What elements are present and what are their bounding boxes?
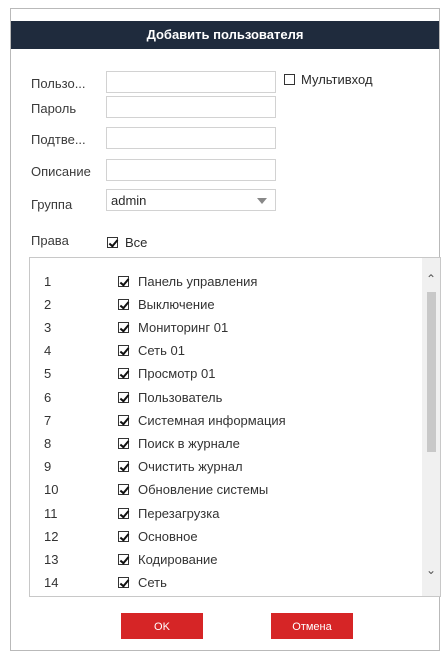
chevron-down-icon[interactable]: ⌄ [426, 563, 436, 577]
permission-number: 4 [44, 343, 52, 359]
scroll-thumb[interactable] [427, 292, 436, 452]
permission-checkbox[interactable] [118, 484, 129, 496]
permission-row[interactable]: 14 Сеть [30, 572, 420, 594]
group-value: admin [111, 192, 147, 208]
rights-all-label: Все [125, 235, 148, 250]
ok-button[interactable]: OK [121, 613, 203, 639]
permission-row[interactable]: 4 Сеть 01 [30, 340, 420, 362]
confirm-label: Подтве... [31, 131, 86, 147]
permission-number: 9 [44, 459, 52, 475]
permission-name: Перезагрузка [138, 505, 220, 521]
permission-name: Сеть [138, 575, 167, 591]
permission-row[interactable]: 9 Очистить журнал [30, 456, 420, 478]
permission-number: 6 [44, 389, 52, 405]
description-row: Описание [31, 159, 103, 183]
password-row: Пароль [31, 96, 103, 120]
permission-number: 3 [44, 319, 52, 335]
permission-row[interactable]: 13 Кодирование [30, 548, 420, 570]
permission-number: 10 [44, 482, 59, 498]
permission-checkbox[interactable] [118, 414, 129, 426]
permission-number: 14 [44, 575, 59, 591]
permission-number: 11 [44, 505, 58, 521]
rights-label: Права [31, 232, 69, 248]
permission-row[interactable]: 12 Основное [30, 525, 420, 547]
user-label: Пользо... [31, 75, 86, 91]
description-input[interactable] [106, 159, 276, 181]
permission-name: Мониторинг 01 [138, 319, 229, 335]
permission-checkbox[interactable] [118, 507, 129, 519]
permission-checkbox[interactable] [118, 275, 129, 287]
permission-checkbox[interactable] [118, 391, 129, 403]
dialog-title: Добавить пользователя [11, 21, 439, 49]
confirm-row: Подтве... [31, 127, 103, 151]
rights-row: Права [31, 228, 103, 252]
permission-number: 1 [44, 273, 52, 289]
group-label: Группа [31, 196, 73, 212]
permission-number: 12 [44, 528, 59, 544]
user-row: Пользо... [31, 71, 103, 95]
multi-login-label: Мультивход [301, 72, 373, 87]
permission-name: Очистить журнал [138, 459, 243, 475]
multi-login-checkbox[interactable] [284, 74, 295, 85]
permission-checkbox[interactable] [118, 368, 129, 380]
permission-name: Просмотр 01 [138, 366, 216, 382]
permission-checkbox[interactable] [118, 577, 129, 589]
rights-all-option[interactable]: Все [107, 235, 147, 250]
password-input[interactable] [106, 96, 276, 118]
permission-name: Системная информация [138, 412, 286, 428]
permission-name: Основное [138, 528, 198, 544]
confirm-password-input[interactable] [106, 127, 276, 149]
permission-list: 1 Панель управления 2 Выключение 3 Мониторинг… [29, 257, 441, 597]
group-row: Группа [31, 192, 103, 216]
permission-row[interactable]: 1 Панель управления [30, 270, 420, 292]
permission-name: Выключение [138, 296, 215, 312]
permission-row[interactable]: 11 Перезагрузка [30, 502, 420, 524]
permission-row[interactable]: 8 Поиск в журнале [30, 432, 420, 454]
user-input[interactable] [106, 71, 276, 93]
add-user-dialog: Добавить пользователя Пользо... Мультивх… [10, 8, 441, 651]
permission-number: 8 [44, 435, 52, 451]
permission-name: Панель управления [138, 273, 258, 289]
permission-number: 7 [44, 412, 52, 428]
rights-all-checkbox[interactable] [107, 237, 118, 248]
permission-row[interactable]: 7 Системная информация [30, 409, 420, 431]
permission-name: Поиск в журнале [138, 435, 240, 451]
cancel-button[interactable]: Отмена [271, 613, 353, 639]
permission-row[interactable]: 10 Обновление системы [30, 479, 420, 501]
permission-number: 5 [44, 366, 52, 382]
permission-checkbox[interactable] [118, 298, 129, 310]
chevron-up-icon[interactable]: ⌃ [426, 272, 436, 286]
permission-row[interactable]: 2 Выключение [30, 293, 420, 315]
permission-row[interactable]: 3 Мониторинг 01 [30, 316, 420, 338]
description-label: Описание [31, 163, 91, 179]
permission-checkbox[interactable] [118, 321, 129, 333]
multi-login-option[interactable]: Мультивход [284, 72, 373, 87]
permission-checkbox[interactable] [118, 345, 129, 357]
permission-number: 2 [44, 296, 52, 312]
permission-name: Кодирование [138, 551, 218, 567]
permission-checkbox[interactable] [118, 553, 129, 565]
caret-down-icon [257, 198, 267, 204]
group-select[interactable]: admin [106, 189, 276, 211]
permission-name: Пользователь [138, 389, 223, 405]
scrollbar[interactable]: ⌃ ⌄ [422, 258, 440, 596]
permission-row[interactable]: 5 Просмотр 01 [30, 363, 420, 385]
permission-name: Обновление системы [138, 482, 269, 498]
permission-number: 13 [44, 551, 59, 567]
password-label: Пароль [31, 100, 77, 116]
permission-name: Сеть 01 [138, 343, 185, 359]
permission-checkbox[interactable] [118, 461, 129, 473]
permission-row[interactable]: 6 Пользователь [30, 386, 420, 408]
permission-checkbox[interactable] [118, 530, 129, 542]
permission-checkbox[interactable] [118, 437, 129, 449]
